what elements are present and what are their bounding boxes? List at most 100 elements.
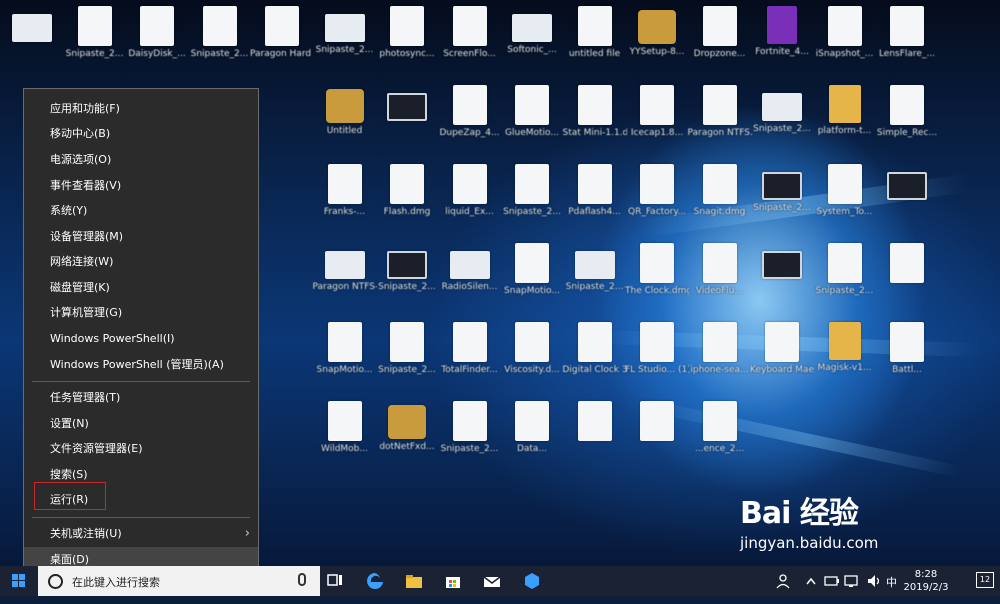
menu-item-device-manager[interactable]: 设备管理器(M) — [24, 224, 258, 249]
volume-icon[interactable] — [866, 571, 882, 591]
desktop-icon[interactable]: SnapMotio... — [500, 243, 564, 297]
taskbar-search-box[interactable]: 在此键入进行搜索 — [38, 566, 320, 596]
menu-item-computer-management[interactable]: 计算机管理(G) — [24, 300, 258, 325]
desktop-icon[interactable]: untitled file — [563, 6, 627, 60]
file-icon — [640, 243, 674, 283]
desktop-icon[interactable]: FL Studio... (1).dmg — [625, 322, 689, 376]
desktop-icon[interactable]: DaisyDisk_... — [125, 6, 189, 60]
desktop-icon[interactable] — [0, 6, 64, 45]
desktop-icon[interactable] — [875, 243, 939, 286]
desktop-icon[interactable]: Snipaste_2... — [63, 6, 127, 60]
desktop-icon[interactable]: Snagit.dmg — [688, 164, 752, 218]
desktop-icon[interactable]: TotalFinder... — [438, 322, 502, 376]
desktop-icon[interactable]: Snipaste_2... — [438, 401, 502, 455]
task-view-icon[interactable] — [325, 571, 345, 591]
app-icon[interactable] — [522, 571, 542, 591]
desktop-icon[interactable]: DupeZap_4... — [438, 85, 502, 139]
menu-item-task-manager[interactable]: 任务管理器(T) — [24, 385, 258, 410]
menu-item-disk-management[interactable]: 磁盘管理(K) — [24, 275, 258, 300]
desktop-icon[interactable]: Snipaste_2... — [375, 322, 439, 376]
microphone-icon[interactable] — [298, 573, 306, 586]
desktop-icon[interactable]: Paragon Hard Disk... — [250, 6, 314, 60]
desktop-icon[interactable]: Snipaste_2... — [500, 164, 564, 218]
desktop-icon[interactable]: Simple_Rec... — [875, 85, 939, 139]
desktop-icon[interactable]: ...ence_2... — [688, 401, 752, 455]
desktop-icon[interactable]: platform-t... — [813, 85, 877, 137]
desktop-icon[interactable]: Battl... — [875, 322, 939, 376]
desktop-icon[interactable]: The Clock.dmg — [625, 243, 689, 297]
desktop-icon[interactable]: Icecap1.8... — [625, 85, 689, 139]
menu-item-network-connections[interactable]: 网络连接(W) — [24, 249, 258, 274]
menu-item-run[interactable]: 运行(R) — [24, 487, 258, 512]
desktop-icon[interactable]: Flash.dmg — [375, 164, 439, 218]
desktop-icon[interactable]: YYSetup-8... — [625, 6, 689, 58]
network-icon[interactable] — [844, 571, 860, 591]
desktop-icon[interactable]: WildMob... — [313, 401, 377, 455]
desktop-icon[interactable]: dotNetFxd... — [375, 401, 439, 453]
menu-item-system[interactable]: 系统(Y) — [24, 198, 258, 223]
desktop-icon[interactable]: Snipaste_2... — [813, 243, 877, 297]
desktop-icon[interactable]: Paragon NTFS.dmg — [688, 85, 752, 139]
menu-item-search[interactable]: 搜索(S) — [24, 462, 258, 487]
desktop-icon[interactable]: RadioSilen... — [438, 243, 502, 293]
action-center-icon[interactable]: 12 — [976, 572, 994, 588]
desktop-icon[interactable] — [375, 85, 439, 124]
battery-icon[interactable] — [824, 571, 840, 591]
chevron-up-icon[interactable] — [805, 571, 817, 591]
menu-item-powershell[interactable]: Windows PowerShell(I) — [24, 326, 258, 351]
menu-item-event-viewer[interactable]: 事件查看器(V) — [24, 173, 258, 198]
desktop-icon[interactable]: Pdaflash4... — [563, 164, 627, 218]
desktop-icon[interactable]: Snipaste_2... — [750, 85, 814, 135]
desktop-icon[interactable]: iphone-sea... — [688, 322, 752, 376]
file-icon — [388, 405, 426, 439]
desktop-icon-label: Magisk-v1... — [817, 363, 872, 373]
desktop-icon[interactable] — [875, 164, 939, 203]
desktop-icon[interactable]: Softonic_... — [500, 6, 564, 56]
desktop-icon[interactable]: Data... — [500, 401, 564, 455]
menu-item-file-explorer[interactable]: 文件资源管理器(E) — [24, 436, 258, 461]
desktop-icon[interactable]: VideoFlu... — [688, 243, 752, 297]
desktop-icon[interactable]: Snipaste_2... — [750, 164, 814, 214]
watermark-url: jingyan.baidu.com — [740, 534, 879, 552]
menu-item-shutdown-signout[interactable]: 关机或注销(U) › — [24, 521, 258, 546]
menu-item-powershell-admin[interactable]: Windows PowerShell (管理员)(A) — [24, 352, 258, 377]
desktop-icon[interactable]: Snipaste_2... — [313, 6, 377, 56]
microsoft-store-icon[interactable] — [443, 571, 463, 591]
menu-item-settings[interactable]: 设置(N) — [24, 411, 258, 436]
desktop-icon[interactable]: Snipaste_2... — [375, 243, 439, 293]
system-clock[interactable]: 8:28 2019/2/3 — [900, 568, 952, 594]
mail-icon[interactable] — [482, 571, 502, 591]
desktop-icon[interactable]: Snipaste_2... — [563, 243, 627, 293]
desktop-icon[interactable] — [625, 401, 689, 444]
desktop-icon[interactable]: ScreenFlo... — [438, 6, 502, 60]
desktop-icon[interactable]: GlueMotio... — [500, 85, 564, 139]
edge-browser-icon[interactable] — [365, 571, 385, 591]
desktop-icon[interactable]: Stat Mini-1.1.d... — [563, 85, 627, 139]
desktop-icon[interactable]: Fortnite_4... — [750, 6, 814, 58]
desktop-icon[interactable]: liquid_Ex... — [438, 164, 502, 218]
desktop-icon[interactable]: SnapMotio... — [313, 322, 377, 376]
desktop-icon[interactable]: Magisk-v1... — [813, 322, 877, 374]
desktop-icon[interactable]: iSnapshot_... — [813, 6, 877, 60]
start-button[interactable] — [0, 566, 38, 596]
desktop-icon[interactable]: Snipaste_2... — [188, 6, 252, 60]
desktop-icon[interactable]: System_To... — [813, 164, 877, 218]
desktop-icon[interactable]: Keyboard Maestro-8... — [750, 322, 814, 376]
menu-item-power-options[interactable]: 电源选项(O) — [24, 147, 258, 172]
people-icon[interactable] — [775, 571, 791, 591]
desktop-icon[interactable]: Untitled — [313, 85, 377, 137]
menu-item-mobility-center[interactable]: 移动中心(B) — [24, 121, 258, 146]
desktop-icon[interactable]: LensFlare_... — [875, 6, 939, 60]
desktop-icon[interactable]: QR_Factory... — [625, 164, 689, 218]
desktop-icon[interactable]: Viscosity.d... — [500, 322, 564, 376]
desktop-icon[interactable]: photosync... — [375, 6, 439, 60]
menu-item-apps-features[interactable]: 应用和功能(F) — [24, 96, 258, 121]
desktop-icon[interactable] — [750, 243, 814, 282]
file-explorer-icon[interactable] — [404, 571, 424, 591]
desktop-icon[interactable]: Digital Clock 3D.dmg — [563, 322, 627, 376]
desktop-icon[interactable]: Dropzone... — [688, 6, 752, 60]
desktop-icon[interactable]: Paragon NTFS-1.dmg — [313, 243, 377, 293]
desktop-icon[interactable]: Franks-... — [313, 164, 377, 218]
ime-indicator[interactable]: 中 — [886, 574, 897, 604]
desktop-icon[interactable] — [563, 401, 627, 444]
